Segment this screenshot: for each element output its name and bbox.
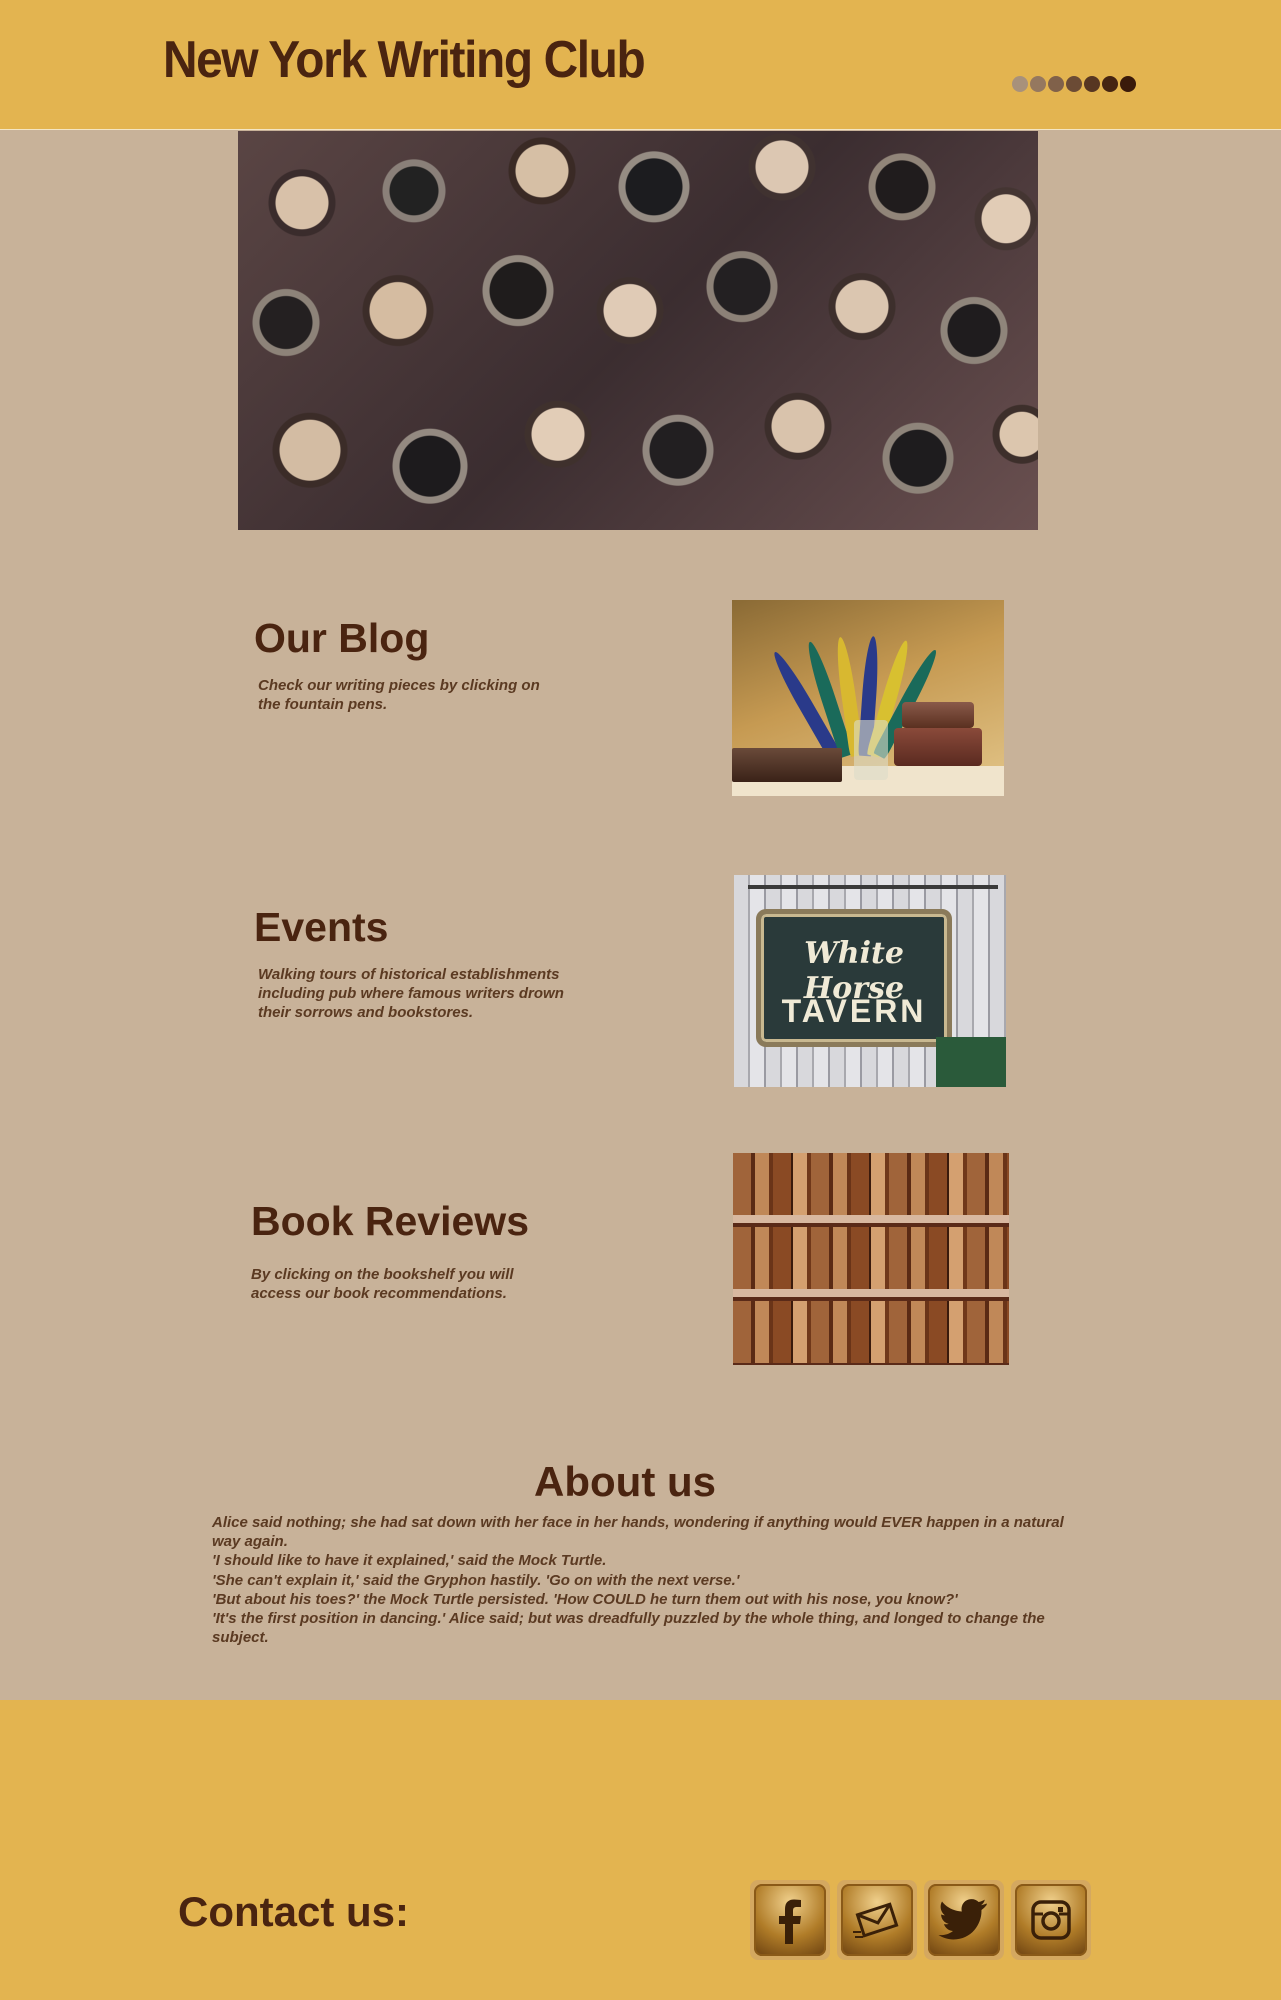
site-title[interactable]: New York Writing Club — [163, 30, 646, 90]
about-line: 'I should like to have it explained,' sa… — [212, 1552, 607, 1570]
slider-dot[interactable] — [1048, 76, 1064, 92]
quill-pens-image[interactable] — [732, 600, 1004, 796]
about-line: 'It's the first position in dancing.' Al… — [212, 1610, 1045, 1647]
facebook-button[interactable] — [750, 1880, 830, 1960]
instagram-button[interactable] — [1011, 1880, 1091, 1960]
site-header: New York Writing Club — [0, 0, 1281, 130]
book-reviews-description: By clicking on the bookshelf you will ac… — [251, 1266, 514, 1302]
events-description: Walking tours of historical establishmen… — [258, 966, 564, 1021]
typewriter-keys-image — [238, 131, 1038, 530]
about-line: 'She can't explain it,' said the Gryphon… — [212, 1571, 740, 1589]
facebook-icon — [779, 1899, 801, 1944]
tavern-sign-label: TAVERN — [781, 993, 927, 1029]
slider-dots — [1012, 76, 1136, 92]
bookshelf-image[interactable] — [733, 1153, 1009, 1365]
about-line: Alice said nothing; she had sat down wit… — [212, 1514, 1064, 1551]
book-reviews-title: Book Reviews — [251, 1198, 529, 1244]
slider-dot[interactable] — [1084, 76, 1100, 92]
contact-label: Contact us: — [178, 1888, 409, 1935]
about-title: About us — [534, 1458, 716, 1505]
events-title: Events — [254, 904, 389, 950]
slider-dot[interactable] — [1102, 76, 1118, 92]
blog-title: Our Blog — [254, 615, 430, 661]
twitter-icon — [938, 1899, 987, 1940]
mail-button[interactable] — [837, 1880, 917, 1960]
white-horse-tavern-image[interactable]: White Horse TAVERN — [734, 875, 1006, 1087]
slider-dot[interactable] — [1066, 76, 1082, 92]
slider-dot[interactable] — [1120, 76, 1136, 92]
mail-icon — [853, 1902, 899, 1938]
instagram-icon — [1031, 1900, 1071, 1940]
twitter-button[interactable] — [924, 1880, 1004, 1960]
about-line: 'But about his toes?' the Mock Turtle pe… — [212, 1590, 958, 1608]
site-footer: Contact us: — [0, 1700, 1281, 2000]
social-links — [750, 1880, 1091, 1960]
blog-description: Check our writing pieces by clicking on … — [258, 677, 540, 713]
slider-dot[interactable] — [1012, 76, 1028, 92]
about-text: Alice said nothing; she had sat down wit… — [212, 1513, 1092, 1647]
slider-dot[interactable] — [1030, 76, 1046, 92]
